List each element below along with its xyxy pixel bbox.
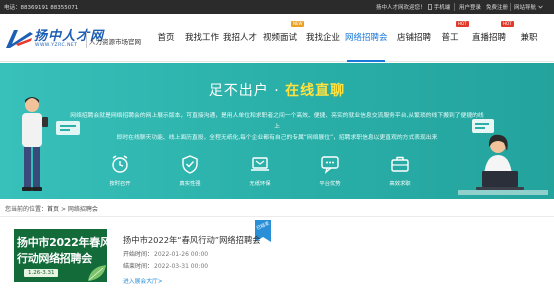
event-poster[interactable]: 扬中市2022年春风 行动网络招聘会 1.26-3.31 <box>14 229 107 282</box>
feature-label: 平台优势 <box>319 181 341 187</box>
breadcrumb-current: 网络招聘会 <box>67 206 98 213</box>
separator <box>510 3 511 11</box>
feature-item: 平台优势 <box>310 153 350 193</box>
nav-online-fair[interactable]: 网络招聘会 <box>345 14 388 62</box>
event-poster-date: 1.26-3.31 <box>24 269 59 277</box>
breadcrumb-prefix: 您当前的位置： <box>5 206 48 213</box>
laptop-mail-icon <box>251 157 269 171</box>
nav-video-interview-label: 视频面试 <box>262 33 297 43</box>
feature-label: 高效求职 <box>389 181 411 187</box>
hero-banner: 足不出户 · 在线直聊 网络招聘会就是网络招聘会的网上展示版本，可直接沟通，是用… <box>0 63 554 199</box>
alarm-clock-icon <box>112 155 128 173</box>
breadcrumb-separator: > <box>60 206 66 213</box>
logo-divider <box>86 32 87 48</box>
event-start-time: 开始时间：2022-01-26 00:00 <box>123 249 208 258</box>
top-bar: 电话：88369191 88355071 扬中人才网欢迎您！ 手机端 用户登录 … <box>0 0 554 14</box>
event-end-label: 结束时间： <box>123 263 154 270</box>
mobile-link[interactable]: 手机端 <box>428 3 450 11</box>
site-nav-link[interactable]: 网站导航 <box>514 3 543 11</box>
event-poster-line-2: 行动网络招聘会 <box>17 252 92 265</box>
feature-item: 无纸环保 <box>240 153 280 193</box>
divider <box>0 216 554 217</box>
logo-tagline: 人力资源市场官网 <box>89 38 141 46</box>
logo-url: WWW.YZRC.NET <box>35 43 78 48</box>
hero-intro-line-2: 即时在线聊天功能、线上面历直投，全程无纸化,每个企业都有自己的专属“网络展位”，… <box>116 135 438 141</box>
hot-badge: HOT <box>501 21 514 27</box>
breadcrumb: 您当前的位置：首页 > 网络招聘会 <box>5 204 98 213</box>
enter-hall-link[interactable]: 进入展会大厅> <box>123 276 163 285</box>
leaf-decoration-icon <box>88 265 106 281</box>
hero-title: 足不出户 · 在线直聊 <box>0 80 554 100</box>
chevron-down-icon <box>538 5 543 9</box>
event-poster-line-1: 扬中市2022年春风 <box>17 236 107 249</box>
hero-intro: 网络招聘会就是网络招聘会的网上展示版本，可直接沟通，是用人单位和求职者之间一个高… <box>70 111 484 144</box>
woman-at-laptop-illustration <box>458 119 548 195</box>
feature-item: 高效求职 <box>380 153 420 193</box>
platform-chat-icon <box>321 156 339 174</box>
hot-badge: HOT <box>456 21 469 27</box>
site-header: 扬中人才网 WWW.YZRC.NET 人力资源市场官网 首页 我找工作 我招人才… <box>0 14 554 62</box>
nav-find-company[interactable]: 我找企业 <box>306 14 340 62</box>
feature-list: 按时召开 真实性强 无纸环保 平台优势 高效求职 <box>100 153 420 193</box>
mobile-link-label: 手机端 <box>433 5 451 11</box>
site-logo[interactable]: 扬中人才网 WWW.YZRC.NET 人力资源市场官网 <box>4 24 146 52</box>
nav-part-time[interactable]: 兼职 <box>519 14 539 62</box>
feature-label: 按时召开 <box>109 181 131 187</box>
register-link[interactable]: 免费注册 <box>486 3 508 11</box>
shield-check-icon <box>182 155 198 174</box>
briefcase-icon <box>391 156 409 172</box>
feature-label: 无纸环保 <box>249 181 271 187</box>
hero-intro-line-1: 网络招聘会就是网络招聘会的网上展示版本，可直接沟通，是用人单位和求职者之间一个高… <box>70 113 484 130</box>
separator <box>454 3 455 11</box>
event-end-time: 结束时间：2022-03-31 00:00 <box>123 261 208 270</box>
hero-title-dot: · <box>274 83 280 99</box>
new-badge: NEW <box>291 21 305 27</box>
nav-home[interactable]: 首页 <box>155 14 177 62</box>
man-with-phone-illustration <box>22 97 80 191</box>
feature-label: 真实性强 <box>179 181 201 187</box>
welcome-text: 扬中人才网欢迎您！ <box>376 5 426 11</box>
logo-mark-icon <box>6 30 33 48</box>
site-nav-label: 网站导航 <box>514 5 537 11</box>
feature-item: 按时召开 <box>100 153 140 193</box>
nav-find-job[interactable]: 我找工作 <box>185 14 219 62</box>
event-start-label: 开始时间： <box>123 251 154 258</box>
mobile-phone-icon <box>428 4 432 11</box>
hero-title-left: 足不出户 <box>208 83 269 99</box>
nav-shop-recruit[interactable]: 店铺招聘 <box>397 14 431 62</box>
breadcrumb-home[interactable]: 首页 <box>47 206 59 213</box>
contact-phone: 电话：88369191 88355071 <box>4 5 79 11</box>
event-title[interactable]: 扬中市2022年“春风行动”网络招聘会 <box>123 234 261 246</box>
event-start-value: 2022-01-26 00:00 <box>154 251 209 258</box>
login-link[interactable]: 用户登录 <box>459 3 481 11</box>
hero-title-right: 在线直聊 <box>285 83 346 99</box>
feature-item: 真实性强 <box>170 153 210 193</box>
nav-find-talent[interactable]: 我招人才 <box>223 14 257 62</box>
event-end-value: 2022-03-31 00:00 <box>154 263 209 270</box>
